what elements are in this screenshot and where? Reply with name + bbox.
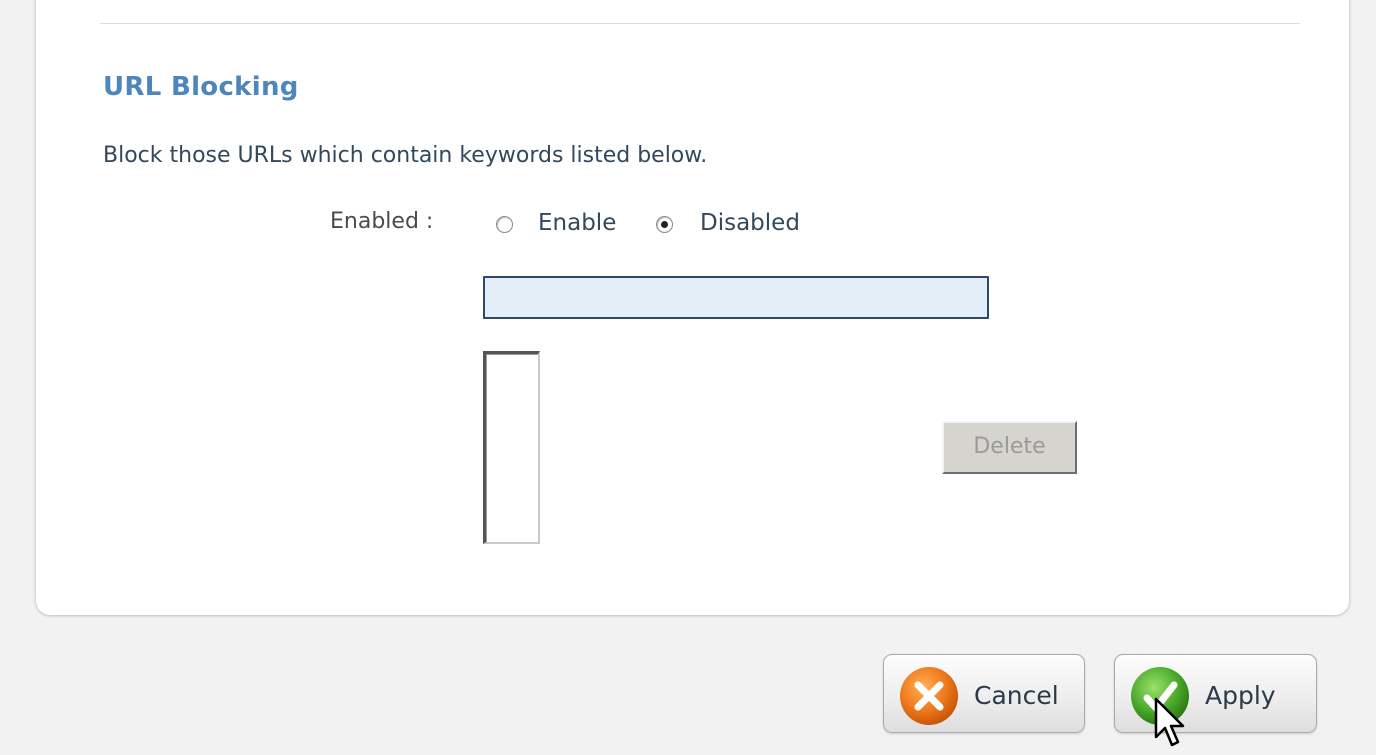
apply-button-label: Apply xyxy=(1205,681,1276,710)
section-description: Block those URLs which contain keywords … xyxy=(103,143,708,168)
enable-radio[interactable] xyxy=(496,216,513,233)
mouse-pointer-icon xyxy=(1154,697,1185,747)
disabled-radio[interactable] xyxy=(656,216,673,233)
keyword-input[interactable] xyxy=(483,276,989,319)
cancel-button[interactable]: Cancel xyxy=(883,654,1085,733)
section-divider xyxy=(100,23,1300,24)
apply-button[interactable]: Apply xyxy=(1114,654,1317,733)
enable-radio-label[interactable]: Enable xyxy=(538,210,616,236)
section-title: URL Blocking xyxy=(103,72,299,102)
x-circle-icon xyxy=(900,667,958,725)
enabled-label: Enabled : xyxy=(330,209,434,234)
delete-button[interactable]: Delete xyxy=(942,421,1077,474)
enabled-row: Enabled : Enable Disabled xyxy=(0,209,1376,245)
keyword-listbox[interactable] xyxy=(483,351,540,544)
cancel-button-label: Cancel xyxy=(974,681,1059,710)
disabled-radio-label[interactable]: Disabled xyxy=(700,210,800,236)
page: URL Blocking Block those URLs which cont… xyxy=(0,0,1376,755)
